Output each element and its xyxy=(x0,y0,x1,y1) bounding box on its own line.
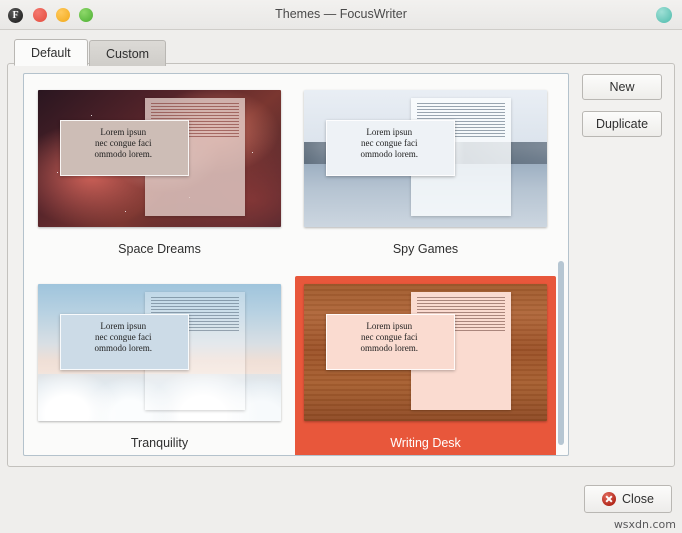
tab-default[interactable]: Default xyxy=(14,39,88,66)
theme-lorem-overlay: Lorem ipsun nec congue faci ommodo lorem… xyxy=(325,120,455,177)
watermark: wsxdn.com xyxy=(613,518,676,531)
theme-lorem-overlay: Lorem ipsun nec congue faci ommodo lorem… xyxy=(59,120,189,177)
lorem-line-2: nec congue faci xyxy=(95,138,152,149)
themes-content-pane: Lorem ipsun nec congue faci ommodo lorem… xyxy=(7,63,675,467)
lorem-line-1: Lorem ipsun xyxy=(366,321,413,332)
theme-label-spy-games: Spy Games xyxy=(392,242,459,256)
duplicate-theme-button[interactable]: Duplicate xyxy=(582,111,662,137)
theme-item-space-dreams[interactable]: Lorem ipsun nec congue faci ommodo lorem… xyxy=(29,82,290,268)
lorem-line-2: nec congue faci xyxy=(95,332,152,343)
theme-grid: Lorem ipsun nec congue faci ommodo lorem… xyxy=(24,74,558,455)
themes-dialog-window: F Themes — FocusWriter Default Custom Lo… xyxy=(0,0,682,533)
lorem-line-2: nec congue faci xyxy=(361,332,418,343)
theme-label-space-dreams: Space Dreams xyxy=(118,242,201,256)
lorem-line-2: nec congue faci xyxy=(361,138,418,149)
theme-list[interactable]: Lorem ipsun nec congue faci ommodo lorem… xyxy=(23,73,569,456)
tab-custom[interactable]: Custom xyxy=(89,40,167,66)
lorem-line-3: ommodo lorem. xyxy=(360,343,419,354)
status-indicator-icon[interactable] xyxy=(656,7,672,23)
scrollbar-thumb[interactable] xyxy=(558,260,564,446)
title-bar: F Themes — FocusWriter xyxy=(0,0,682,30)
theme-item-tranquility[interactable]: Lorem ipsun nec congue faci ommodo lorem… xyxy=(29,276,290,455)
theme-thumbnail-space-dreams: Lorem ipsun nec congue faci ommodo lorem… xyxy=(38,90,281,227)
new-theme-button[interactable]: New xyxy=(582,74,662,100)
lorem-line-1: Lorem ipsun xyxy=(100,127,147,138)
tab-bar: Default Custom xyxy=(0,39,682,66)
theme-label-writing-desk: Writing Desk xyxy=(390,436,461,450)
lorem-line-1: Lorem ipsun xyxy=(100,321,147,332)
lorem-line-3: ommodo lorem. xyxy=(94,343,153,354)
lorem-line-3: ommodo lorem. xyxy=(94,149,153,160)
theme-list-scrollbar[interactable] xyxy=(556,76,566,453)
theme-lorem-overlay: Lorem ipsun nec congue faci ommodo lorem… xyxy=(325,314,455,371)
theme-label-tranquility: Tranquility xyxy=(130,436,189,450)
theme-thumbnail-tranquility: Lorem ipsun nec congue faci ommodo lorem… xyxy=(38,284,281,421)
theme-lorem-overlay: Lorem ipsun nec congue faci ommodo lorem… xyxy=(59,314,189,371)
window-title: Themes — FocusWriter xyxy=(275,7,407,21)
close-button-label: Close xyxy=(622,492,654,506)
close-button[interactable]: Close xyxy=(584,485,672,513)
lorem-line-3: ommodo lorem. xyxy=(360,149,419,160)
theme-thumbnail-spy-games: Lorem ipsun nec congue faci ommodo lorem… xyxy=(304,90,547,227)
close-icon xyxy=(602,492,617,506)
lorem-line-1: Lorem ipsun xyxy=(366,127,413,138)
theme-thumbnail-writing-desk: Lorem ipsun nec congue faci ommodo lorem… xyxy=(304,284,547,421)
theme-item-writing-desk[interactable]: Lorem ipsun nec congue faci ommodo lorem… xyxy=(295,276,556,455)
theme-item-spy-games[interactable]: Lorem ipsun nec congue faci ommodo lorem… xyxy=(295,82,556,268)
